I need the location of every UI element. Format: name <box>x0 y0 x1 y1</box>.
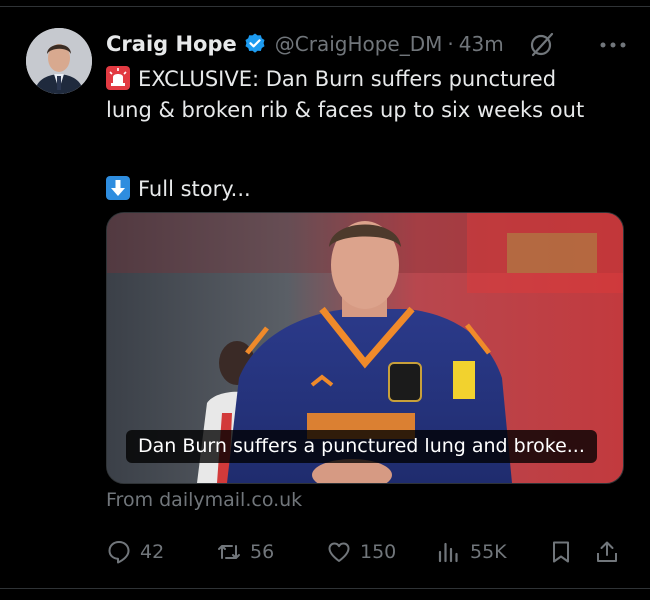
views-button[interactable]: 55K <box>436 535 507 569</box>
top-divider <box>0 6 650 7</box>
heart-icon <box>328 542 350 562</box>
tweet-text-line-1: EXCLUSIVE: Dan Burn suffers punctured <box>138 67 557 91</box>
like-button[interactable]: 150 <box>326 535 396 569</box>
author-handle[interactable]: @CraigHope_DM <box>275 32 443 56</box>
action-bar: 42 56 150 55K <box>106 535 622 569</box>
card-caption: Dan Burn suffers a punctured lung and br… <box>126 430 597 463</box>
down-arrow-emoji <box>106 176 130 200</box>
share-button[interactable] <box>594 535 620 569</box>
repost-count: 56 <box>250 541 275 563</box>
share-icon <box>597 541 617 562</box>
reply-count: 42 <box>140 541 165 563</box>
full-story-link-text[interactable]: Full story... <box>138 177 251 201</box>
like-count: 150 <box>360 541 397 563</box>
view-count: 55K <box>470 541 507 563</box>
reply-button[interactable]: 42 <box>106 535 164 569</box>
tweet-text: EXCLUSIVE: Dan Burn suffers punctured lu… <box>106 64 626 205</box>
timestamp[interactable]: 43m <box>459 32 504 56</box>
tweet-header: Craig Hope @CraigHope_DM · 43m <box>106 27 630 61</box>
separator-dot: · <box>447 32 454 56</box>
analytics-icon <box>438 542 458 563</box>
more-icon[interactable] <box>600 41 626 49</box>
author-name[interactable]: Craig Hope <box>106 32 237 56</box>
bottom-divider <box>0 588 650 589</box>
card-source[interactable]: From dailymail.co.uk <box>106 489 302 511</box>
avatar[interactable] <box>26 28 92 94</box>
reply-icon <box>108 541 130 564</box>
bookmark-button[interactable] <box>548 535 574 569</box>
tweet[interactable]: Craig Hope @CraigHope_DM · 43m EXCLUSIVE… <box>0 0 650 600</box>
grok-icon[interactable] <box>528 30 556 58</box>
repost-icon <box>218 545 240 559</box>
bookmark-icon <box>553 541 569 563</box>
tweet-text-line-2: lung & broken rib & faces up to six week… <box>106 98 585 122</box>
verified-badge-icon[interactable] <box>243 32 267 56</box>
police-light-emoji <box>106 66 130 90</box>
repost-button[interactable]: 56 <box>216 535 274 569</box>
